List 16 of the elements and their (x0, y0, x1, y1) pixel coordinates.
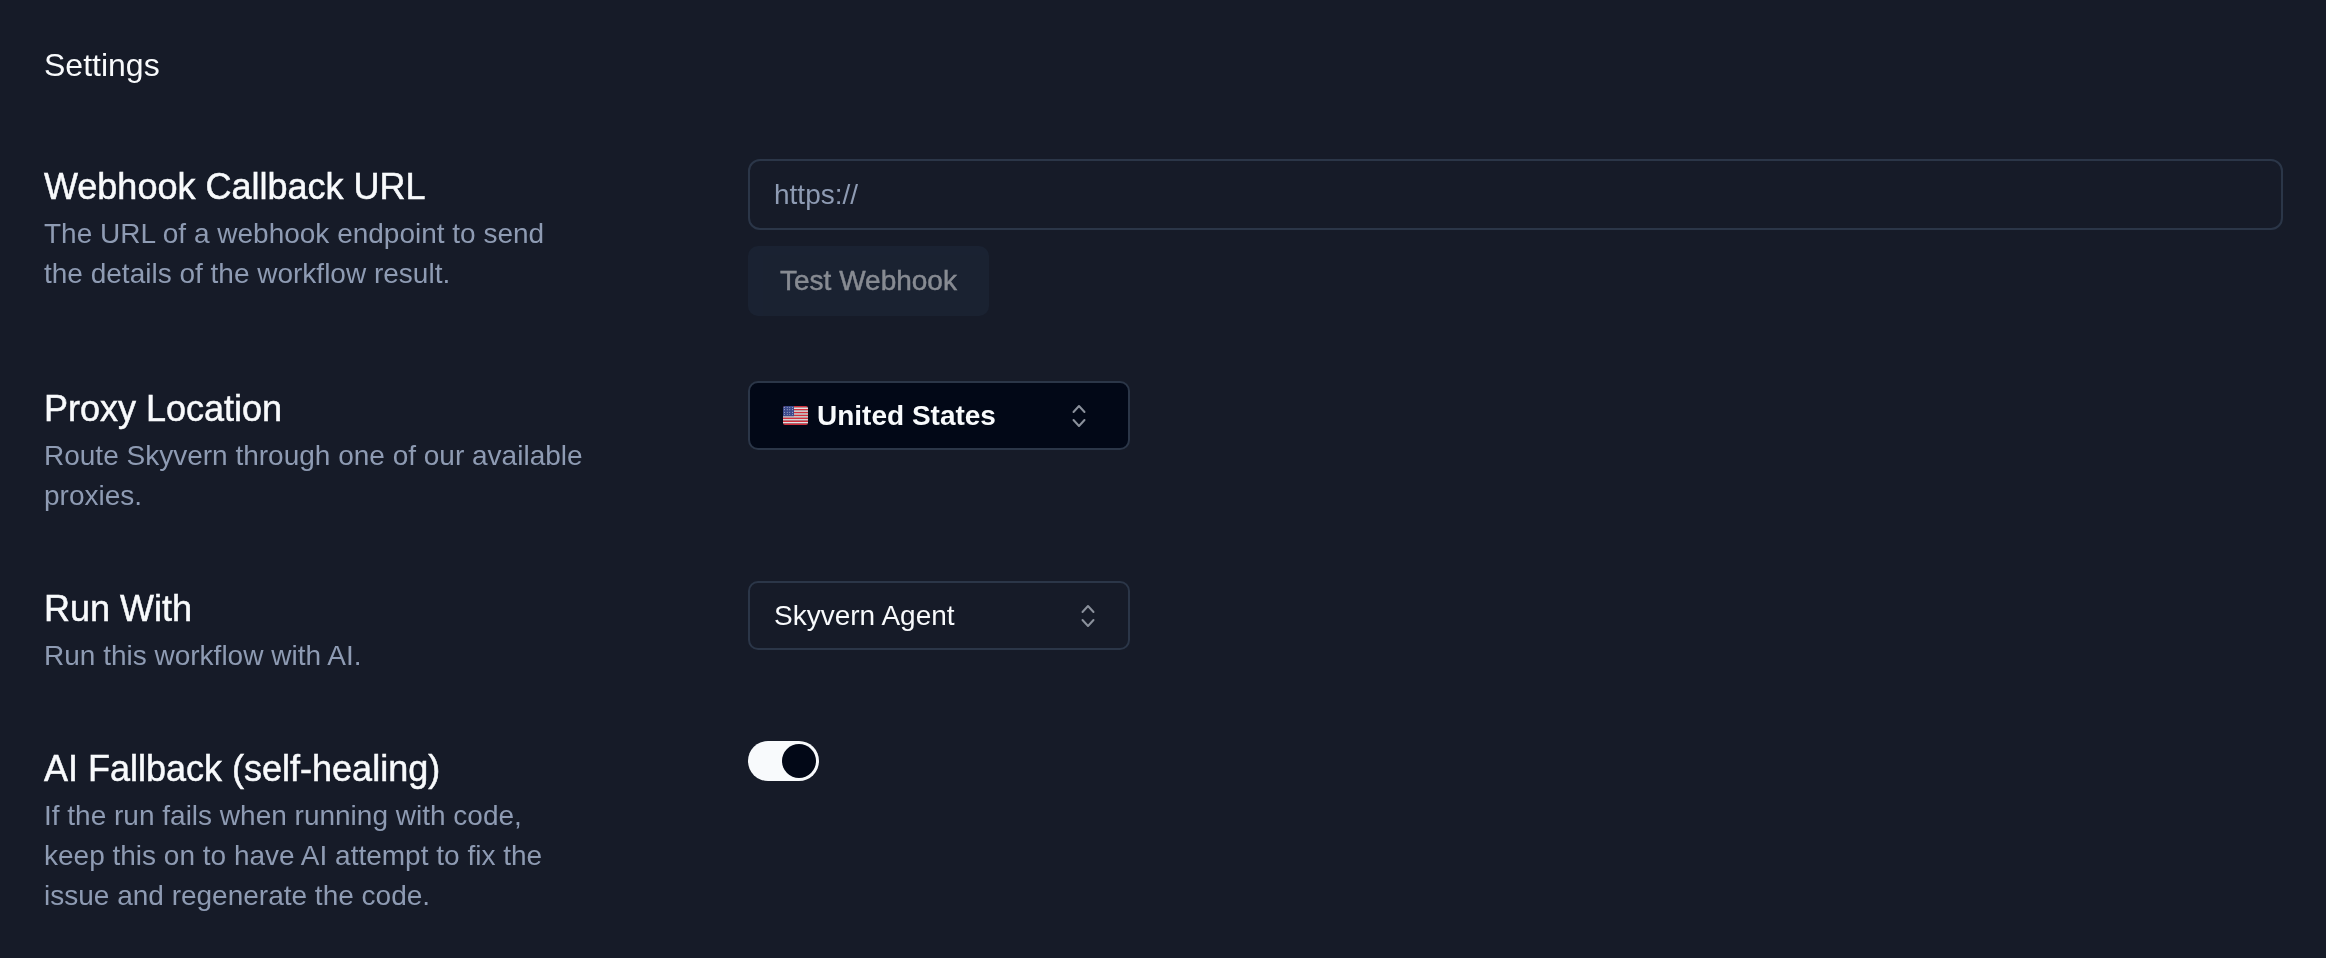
setting-label: Run With (44, 587, 193, 631)
page-title: Settings (44, 46, 160, 85)
url-input[interactable]: https:// (748, 159, 2283, 230)
setting-label: AI Fallback (self-healing) (44, 747, 441, 791)
setting-description: The URL of a webhook endpoint to send the details of the workflow result. (44, 217, 546, 291)
setting-label: Proxy Location (44, 387, 283, 431)
chevrons-up-down-icon (1072, 403, 1086, 428)
setting-label: Webhook Callback URL (44, 165, 426, 209)
setting-description: Run this workflow with AI. (44, 639, 363, 673)
toggle-switch[interactable] (748, 741, 819, 781)
setting-description: If the run fails when running with code, keep this on to have AI attempt to fix the issue and regenerate the code. (44, 799, 544, 913)
flag-icon (783, 406, 808, 425)
chevrons-up-down-icon (1081, 603, 1095, 628)
location-select[interactable]: United States (748, 381, 1130, 450)
dropdown-select[interactable]: Skyvern Agent (748, 581, 1130, 650)
setting-description: Route Skyvern through one of our available proxies. (44, 439, 584, 513)
